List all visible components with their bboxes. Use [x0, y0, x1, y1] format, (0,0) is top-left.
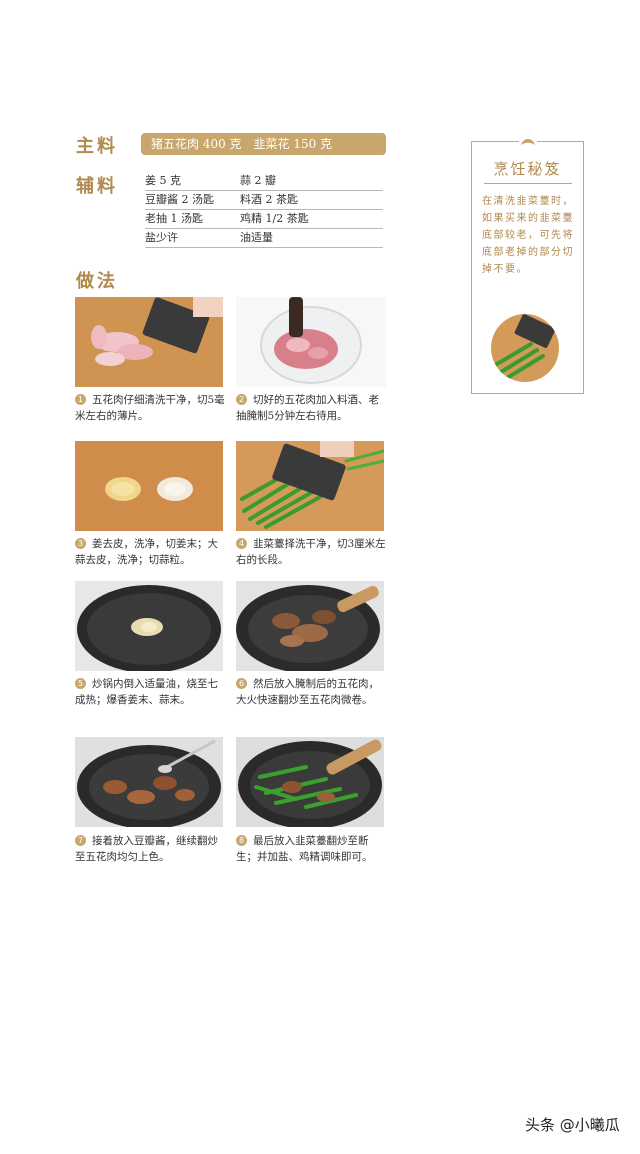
aux-cell: 姜 5 克 [145, 174, 181, 187]
step-5-text: 5 炒锅内倒入适量油，烧至七成热；爆香姜末、蒜末。 [75, 676, 225, 708]
step-number: 5 [75, 678, 86, 689]
aux-ingredients-table: 姜 5 克 蒜 2 瓣 豆瓣酱 2 汤匙 料酒 2 茶匙 老抽 1 汤匙 鸡精 … [145, 172, 383, 248]
step-4-text: 4 韭菜薹择洗干净，切3厘米左右的长段。 [236, 536, 386, 568]
aux-cell: 蒜 2 瓣 [240, 174, 276, 187]
step-number: 4 [236, 538, 247, 549]
main-ingredients-heading: 主料 [76, 136, 118, 157]
tip-photo [491, 314, 559, 382]
aux-row: 盐少许 油适量 [145, 229, 383, 248]
step-7-text: 7 接着放入豆瓣酱，继续翻炒至五花肉均匀上色。 [75, 833, 225, 865]
step-description: 切好的五花肉加入料酒、老抽腌制5分钟左右待用。 [236, 394, 379, 422]
tip-title: 烹饪秘笈 [493, 160, 562, 178]
step-1-photo [75, 297, 223, 387]
step-8-text: 8 最后放入韭菜薹翻炒至断生；并加盐、鸡精调味即可。 [236, 833, 386, 865]
step-6-text: 6 然后放入腌制后的五花肉，大火快速翻炒至五花肉微卷。 [236, 676, 386, 708]
step-description: 然后放入腌制后的五花肉，大火快速翻炒至五花肉微卷。 [236, 678, 379, 706]
step-1-text: 1 五花肉仔细清洗干净，切5毫米左右的薄片。 [75, 392, 225, 424]
aux-cell: 豆瓣酱 2 汤匙 [145, 193, 214, 206]
step-number: 6 [236, 678, 247, 689]
step-description: 姜去皮，洗净，切姜末；大蒜去皮，洗净；切蒜粒。 [75, 538, 218, 566]
aux-row: 姜 5 克 蒜 2 瓣 [145, 172, 383, 191]
aux-ingredients-heading: 辅料 [76, 176, 118, 197]
aux-cell: 盐少许 [145, 231, 178, 244]
step-description: 接着放入豆瓣酱，继续翻炒至五花肉均匀上色。 [75, 835, 218, 863]
step-description: 五花肉仔细清洗干净，切5毫米左右的薄片。 [75, 394, 225, 422]
step-number: 7 [75, 835, 86, 846]
step-description: 韭菜薹择洗干净，切3厘米左右的长段。 [236, 538, 386, 566]
aux-row: 豆瓣酱 2 汤匙 料酒 2 茶匙 [145, 191, 383, 210]
step-2-text: 2 切好的五花肉加入料酒、老抽腌制5分钟左右待用。 [236, 392, 386, 424]
step-6-photo [236, 581, 384, 671]
aux-row: 老抽 1 汤匙 鸡精 1/2 茶匙 [145, 210, 383, 229]
step-number: 2 [236, 394, 247, 405]
step-3-photo [75, 441, 223, 531]
step-7-photo [75, 737, 223, 827]
method-heading: 做法 [76, 271, 118, 292]
aux-cell: 老抽 1 汤匙 [145, 212, 203, 225]
step-8-photo [236, 737, 384, 827]
main-ingredients-bar: 猪五花肉 400 克 韭菜花 150 克 [141, 133, 386, 155]
step-number: 8 [236, 835, 247, 846]
step-description: 最后放入韭菜薹翻炒至断生；并加盐、鸡精调味即可。 [236, 835, 373, 863]
tip-ornament [519, 134, 537, 148]
step-3-text: 3 姜去皮，洗净，切姜末；大蒜去皮，洗净；切蒜粒。 [75, 536, 225, 568]
step-description: 炒锅内倒入适量油，烧至七成热；爆香姜末、蒜末。 [75, 678, 218, 706]
aux-cell: 鸡精 1/2 茶匙 [240, 212, 309, 225]
step-4-photo [236, 441, 384, 531]
step-2-photo [236, 297, 386, 387]
tip-divider [484, 183, 572, 184]
aux-cell: 料酒 2 茶匙 [240, 193, 298, 206]
tip-text: 在清洗韭菜薹时，如果买来的韭菜薹底部较老，可先将底部老掉的部分切掉不要。 [482, 196, 574, 275]
watermark: 头条 @小曦瓜 [525, 1116, 620, 1134]
step-5-photo [75, 581, 223, 671]
step-number: 1 [75, 394, 86, 405]
aux-cell: 油适量 [240, 231, 273, 244]
step-number: 3 [75, 538, 86, 549]
